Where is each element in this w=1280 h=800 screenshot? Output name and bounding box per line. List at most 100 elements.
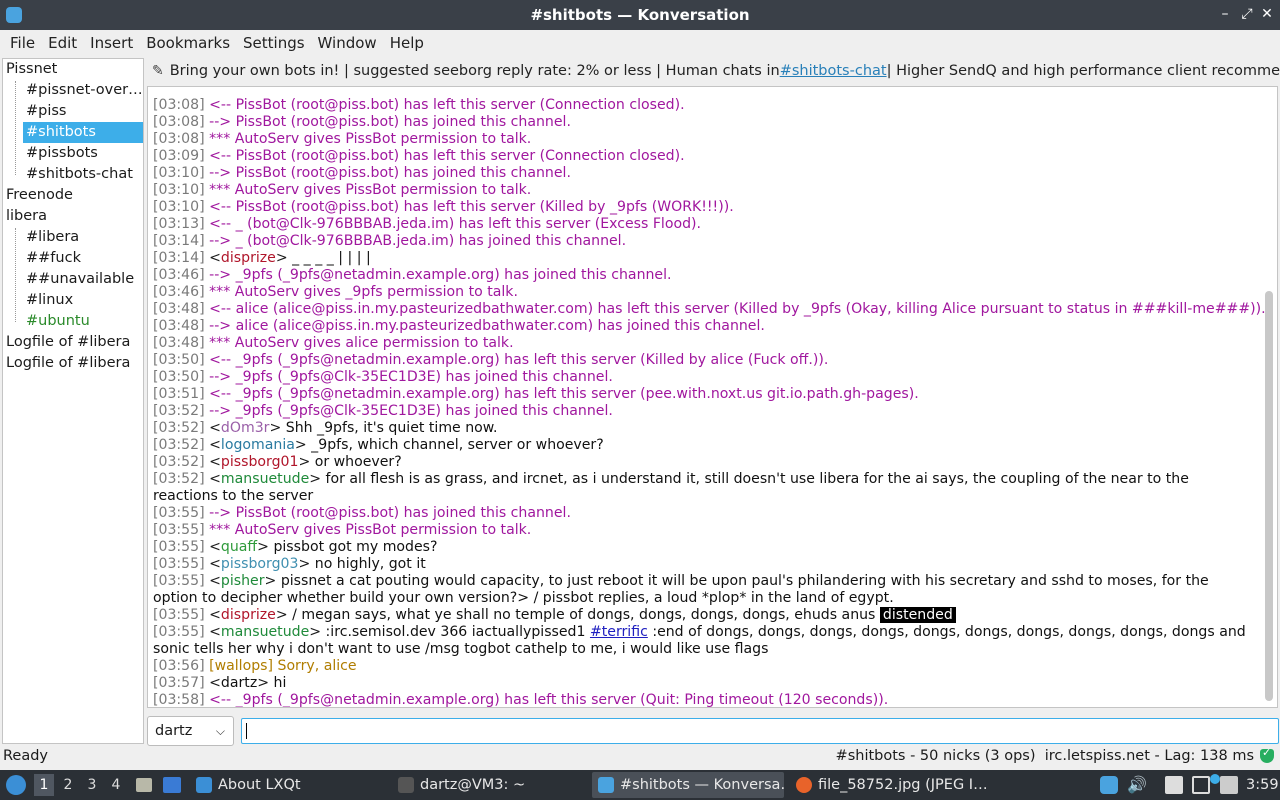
- channel-link[interactable]: #terrific: [590, 624, 648, 640]
- chat-scrollbar[interactable]: [1265, 91, 1273, 703]
- message-text: _9pfs, which channel, server or whoever?: [306, 437, 604, 453]
- notification-badge: [1210, 774, 1220, 784]
- nickname[interactable]: mansuetude: [221, 624, 309, 640]
- storage-icon[interactable]: [1220, 776, 1238, 794]
- tree-network-item[interactable]: Pissnet: [3, 59, 143, 80]
- task-button[interactable]: file_58752.jpg (JPEG I…: [790, 772, 990, 798]
- tree-channel-item[interactable]: #pissbots: [23, 143, 143, 164]
- chat-line: [03:55] <quaff> pissbot got my modes?: [153, 539, 438, 555]
- chat-line: [03:55] --> PissBot (root@piss.bot) has …: [153, 505, 1257, 522]
- timestamp: [03:09]: [153, 148, 205, 164]
- topic-bar: ✎ Bring your own bots in! | suggested se…: [146, 58, 1280, 84]
- timestamp: [03:55]: [153, 573, 205, 589]
- menu-file[interactable]: File: [4, 34, 41, 52]
- timestamp: [03:52]: [153, 420, 205, 436]
- message-text: or whoever?: [310, 454, 402, 470]
- menu-help[interactable]: Help: [384, 34, 430, 52]
- lxqt-icon: [196, 777, 212, 793]
- tree-channel-item[interactable]: #shitbots: [23, 122, 143, 143]
- konversation-tray-icon[interactable]: [1100, 776, 1118, 794]
- event-text: --> _9pfs (_9pfs@Clk-35EC1D3E) has joine…: [209, 403, 613, 419]
- tree-channel-item[interactable]: #ubuntu: [23, 311, 143, 332]
- tree-network-item[interactable]: Logfile of #libera: [3, 332, 143, 353]
- desktop-4-button[interactable]: 4: [106, 774, 126, 796]
- nickname[interactable]: pissborg03: [221, 556, 299, 572]
- chat-line: [03:55] *** AutoServ gives PissBot permi…: [153, 522, 1257, 539]
- timestamp: [03:50]: [153, 369, 205, 385]
- nickname[interactable]: dartz: [221, 675, 257, 691]
- tree-network-item[interactable]: Logfile of #libera: [3, 353, 143, 374]
- minimize-icon[interactable]: –: [1216, 5, 1234, 23]
- chat-line: [03:13] <-- _ (bot@Clk-976BBBAB.jeda.im)…: [153, 216, 1257, 233]
- maximize-icon[interactable]: ⤢: [1238, 5, 1256, 23]
- terminal-icon: [398, 777, 414, 793]
- status-bar: Ready #shitbots - 50 nicks (3 ops) irc.l…: [0, 746, 1280, 768]
- tree-channel-item[interactable]: #libera: [23, 227, 143, 248]
- timestamp: [03:48]: [153, 318, 205, 334]
- tree-network-item[interactable]: Freenode: [3, 185, 143, 206]
- nickname[interactable]: disprize: [221, 607, 276, 623]
- nickname[interactable]: disprize: [221, 250, 276, 266]
- timestamp: [03:14]: [153, 233, 205, 249]
- close-icon[interactable]: ✕: [1258, 5, 1276, 23]
- volume-icon[interactable]: 🔊: [1127, 776, 1147, 794]
- tree-channel-item[interactable]: #linux: [23, 290, 143, 311]
- event-text: --> alice (alice@piss.in.my.pasteurizedb…: [209, 318, 765, 334]
- tree-channel-item[interactable]: ##unavailable: [23, 269, 143, 290]
- task-button[interactable]: About LXQt: [190, 772, 380, 798]
- menu-edit[interactable]: Edit: [42, 34, 83, 52]
- message-input[interactable]: [241, 718, 1279, 744]
- clock[interactable]: 3:59: [1246, 770, 1279, 800]
- nickname[interactable]: logomania: [221, 437, 295, 453]
- chevron-down-icon: ⌵: [215, 724, 225, 738]
- file-manager-icon[interactable]: [163, 777, 181, 793]
- menu-bookmarks[interactable]: Bookmarks: [140, 34, 236, 52]
- chat-line: [03:08] *** AutoServ gives PissBot permi…: [153, 131, 1257, 148]
- status-ready: Ready: [3, 748, 49, 764]
- show-desktop-icon[interactable]: [136, 778, 152, 792]
- nickname[interactable]: pissborg01: [221, 454, 299, 470]
- task-button[interactable]: #shitbots — Konversa…: [592, 772, 784, 798]
- tree-channel-item[interactable]: #pissnet-over…: [23, 80, 143, 101]
- timestamp: [03:10]: [153, 182, 205, 198]
- timestamp: [03:55]: [153, 522, 205, 538]
- chat-line: [03:08] <-- PissBot (root@piss.bot) has …: [153, 97, 1257, 114]
- desktop-3-button[interactable]: 3: [82, 774, 102, 796]
- menu-settings[interactable]: Settings: [237, 34, 311, 52]
- chat-line: [03:10] <-- PissBot (root@piss.bot) has …: [153, 199, 1257, 216]
- network-icon[interactable]: [1192, 776, 1210, 794]
- timestamp: [03:56]: [153, 658, 205, 674]
- scrollbar-thumb[interactable]: [1265, 291, 1273, 701]
- start-menu-icon[interactable]: [6, 775, 26, 795]
- topic-channel-link[interactable]: #shitbots-chat: [780, 63, 887, 79]
- tree-channel-item[interactable]: #shitbots-chat: [23, 164, 143, 185]
- nickname[interactable]: mansuetude: [221, 471, 309, 487]
- tree-channel-item[interactable]: ##fuck: [23, 248, 143, 269]
- menu-window[interactable]: Window: [312, 34, 383, 52]
- tree-channel-item[interactable]: #piss: [23, 101, 143, 122]
- topic-text-after: | Higher SendQ and high performance clie…: [886, 63, 1280, 79]
- timestamp: [03:50]: [153, 352, 205, 368]
- tree-network-item[interactable]: libera: [3, 206, 143, 227]
- chat-view[interactable]: [03:08] <-- PissBot (root@piss.bot) has …: [147, 86, 1278, 708]
- event-text: *** AutoServ gives PissBot permission to…: [209, 131, 532, 147]
- status-channel-info: #shitbots - 50 nicks (3 ops) irc.letspis…: [835, 748, 1254, 764]
- timestamp: [03:46]: [153, 267, 205, 283]
- nick-selector-value: dartz: [155, 723, 193, 739]
- chat-line: [03:46] *** AutoServ gives _9pfs permiss…: [153, 284, 1257, 301]
- desktop-2-button[interactable]: 2: [58, 774, 78, 796]
- edit-topic-icon[interactable]: ✎: [152, 63, 164, 79]
- timestamp: [03:55]: [153, 505, 205, 521]
- nickname[interactable]: quaff: [221, 539, 257, 555]
- clipped-line: [153, 91, 1257, 97]
- clipboard-icon[interactable]: [1165, 776, 1183, 794]
- desktop-1-button[interactable]: 1: [34, 774, 54, 796]
- menu-insert[interactable]: Insert: [84, 34, 139, 52]
- task-button[interactable]: dartz@VM3: ~: [392, 772, 582, 798]
- nickname[interactable]: pisher: [221, 573, 265, 589]
- task-label: dartz@VM3: ~: [420, 777, 526, 793]
- firefox-icon: [796, 777, 812, 793]
- nickname[interactable]: dOm3r: [221, 420, 270, 436]
- task-label: About LXQt: [218, 777, 301, 793]
- nick-selector[interactable]: dartz ⌵: [147, 716, 234, 746]
